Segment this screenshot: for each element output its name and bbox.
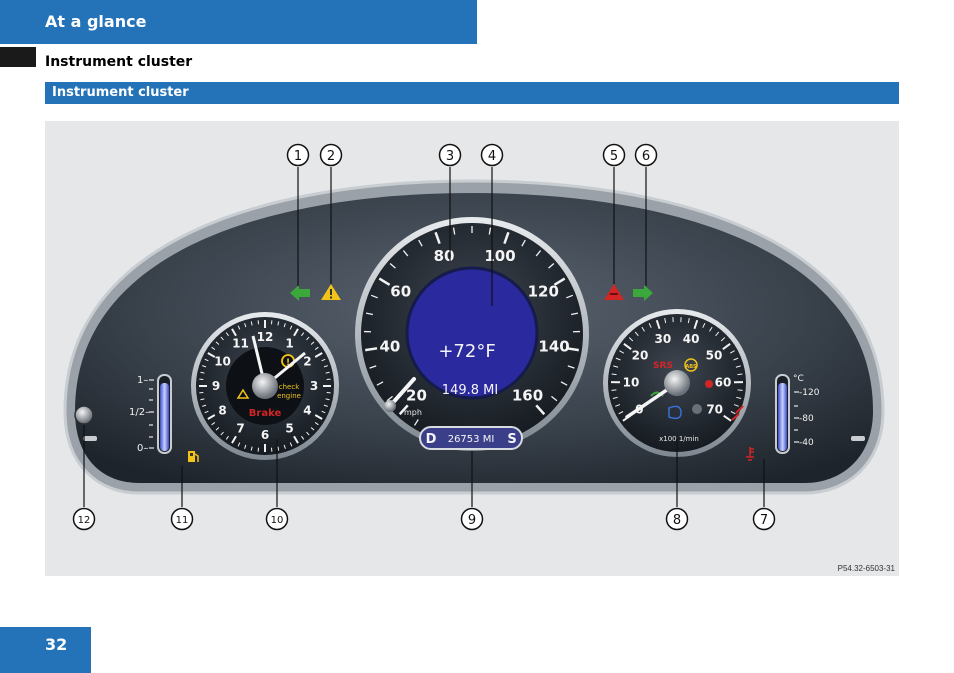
tachometer-tick <box>737 389 743 391</box>
clock-numeral: 10 <box>214 355 231 369</box>
brake-label: Brake <box>249 408 282 419</box>
tachometer-tick <box>611 373 617 376</box>
page-number: 32 <box>45 635 68 654</box>
reset-button <box>74 405 94 425</box>
left-vent-slot <box>83 436 97 441</box>
svg-text:12: 12 <box>78 515 91 526</box>
gear-indicator: D <box>426 432 437 447</box>
tachometer-label: 40 <box>683 332 700 346</box>
callout-12: 12 <box>72 507 96 531</box>
clock-numeral: 11 <box>232 337 249 351</box>
section-bar: Instrument cluster <box>45 82 899 104</box>
seat-occupancy-icon <box>705 380 713 388</box>
clock-numeral: 3 <box>310 379 318 393</box>
callout-8: 8 <box>665 507 689 531</box>
svg-text:3: 3 <box>446 149 454 164</box>
speedometer-label: 60 <box>390 282 411 300</box>
callout-11: 11 <box>170 507 194 531</box>
multifunction-display <box>405 266 539 400</box>
callout-3: 3 <box>438 143 462 167</box>
instrument-cluster-figure: 1– 1/2– 0– 12 1 2 3 4 5 6 7 8 9 10 11 ! check engin… <box>45 121 899 576</box>
trip-meter: 149.8 MI <box>442 383 498 398</box>
speedometer-gauge: 20406080 100120140160 +72°F 149.8 MI mph … <box>355 217 589 451</box>
transmission-mode: S <box>507 432 516 447</box>
tachometer-unit: x100 1/min <box>659 435 699 443</box>
svg-text:5: 5 <box>610 149 618 164</box>
tachometer-label: 30 <box>655 332 672 346</box>
speed-unit: mph <box>404 408 422 417</box>
fuel-label-half: 1/2– <box>129 407 150 418</box>
svg-text:10: 10 <box>271 515 284 526</box>
chapter-tab-marker <box>0 47 36 67</box>
clock-numeral: 4 <box>303 404 311 418</box>
svg-text:8: 8 <box>673 513 681 528</box>
clock-numeral: 5 <box>285 421 293 435</box>
coolant-label-120: -120 <box>799 388 820 398</box>
tachometer-gauge: 010203040506070 SRS ABS x100 1/min <box>603 309 751 457</box>
check-engine-label-2: engine <box>277 392 301 400</box>
speedometer-label: 100 <box>484 247 515 265</box>
callout-6: 6 <box>634 143 658 167</box>
callout-4: 4 <box>480 143 504 167</box>
fuel-level-bar <box>160 383 169 451</box>
clock-numeral: 1 <box>285 337 293 351</box>
coolant-unit: °C <box>793 374 804 384</box>
clock-numeral: 9 <box>212 379 220 393</box>
outside-temperature: +72°F <box>438 341 495 362</box>
check-engine-label-1: check <box>279 383 300 391</box>
clock-numeral: 12 <box>257 330 274 344</box>
tachometer-label: 20 <box>632 349 649 363</box>
header-title: At a glance <box>45 12 147 31</box>
fuel-label-full: 1– <box>137 375 148 386</box>
svg-text:6: 6 <box>642 149 650 164</box>
tachometer-tick <box>611 389 617 391</box>
srs-warning-label: SRS <box>653 361 673 371</box>
odometer-reading: 26753 MI <box>448 434 495 445</box>
coolant-label-80: -80 <box>799 414 814 424</box>
indicator-lamp-icon <box>692 404 702 414</box>
svg-text:2: 2 <box>327 149 335 164</box>
subheading: Instrument cluster <box>45 54 193 70</box>
svg-text:ABS: ABS <box>685 364 697 370</box>
speedometer-label: 160 <box>512 387 543 405</box>
callout-10: 10 <box>265 507 289 531</box>
speedometer-label: 120 <box>528 282 559 300</box>
page-number-box: 32 <box>0 627 91 673</box>
coolant-level-bar <box>778 383 787 451</box>
section-title: Instrument cluster <box>52 85 189 100</box>
svg-text:11: 11 <box>176 515 189 526</box>
callout-1: 1 <box>286 143 310 167</box>
callout-2: 2 <box>319 143 343 167</box>
clock-numeral: 7 <box>236 421 244 435</box>
callout-5: 5 <box>602 143 626 167</box>
speedometer-label: 80 <box>434 247 455 265</box>
callout-9: 9 <box>460 507 484 531</box>
tachometer-label: 60 <box>715 375 732 389</box>
svg-text:7: 7 <box>760 513 768 528</box>
coolant-label-40: -40 <box>799 438 814 448</box>
tachometer-label: 70 <box>706 402 723 416</box>
tachometer-label: 50 <box>706 349 723 363</box>
clock-numeral: 6 <box>261 428 269 442</box>
tachometer-tick <box>737 373 743 376</box>
clock-numeral: 2 <box>303 355 311 369</box>
clock-numeral: 8 <box>218 404 226 418</box>
header-bar: At a glance <box>0 0 477 44</box>
svg-text:1: 1 <box>294 149 302 164</box>
fuel-pump-icon <box>188 451 195 462</box>
figure-reference: P54.32-6503-31 <box>837 564 895 573</box>
svg-text:4: 4 <box>488 149 496 164</box>
clock-hub <box>252 373 278 399</box>
fuel-label-empty: 0– <box>137 443 148 454</box>
clock-gauge: 12 1234567891011 ! check engine Brake <box>191 312 339 460</box>
callout-7: 7 <box>752 507 776 531</box>
right-vent-slot <box>851 436 865 441</box>
speedometer-label: 140 <box>538 337 569 355</box>
tachometer-label: 10 <box>623 375 640 389</box>
speedometer-label: 20 <box>406 387 427 405</box>
speedometer-tick <box>365 347 378 352</box>
svg-text:9: 9 <box>468 513 476 528</box>
speedometer-label: 40 <box>379 337 400 355</box>
